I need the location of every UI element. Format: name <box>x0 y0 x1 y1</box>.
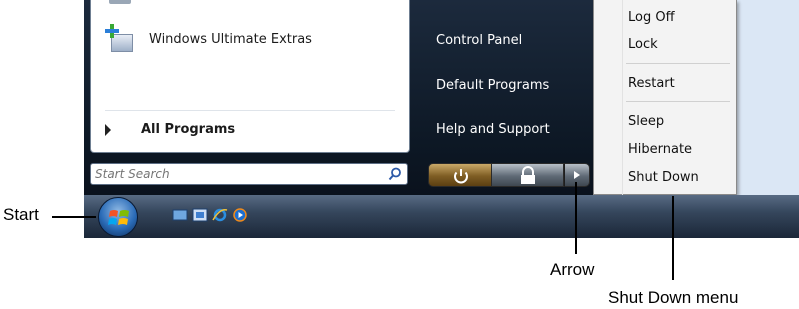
shutdown-menu-callout-line <box>672 196 674 280</box>
windows-orb-icon <box>108 210 129 225</box>
media-player-icon[interactable] <box>232 208 248 222</box>
default-programs-link[interactable]: Default Programs <box>436 78 549 93</box>
menu-separator <box>626 101 730 102</box>
menu-separator <box>626 63 730 64</box>
start-callout-label: Start <box>3 205 39 224</box>
menu-item-shut-down[interactable]: Shut Down <box>628 170 699 185</box>
pane-divider <box>105 110 395 111</box>
arrow-right-icon <box>574 171 580 179</box>
power-button[interactable] <box>428 163 492 187</box>
shutdown-arrow-button[interactable] <box>564 163 590 187</box>
program-item-windows-ultimate-extras[interactable]: Windows Ultimate Extras <box>105 24 312 54</box>
help-and-support-link[interactable]: Help and Support <box>436 122 550 137</box>
start-search-box[interactable] <box>90 163 408 185</box>
lock-button[interactable] <box>492 163 564 187</box>
search-icon[interactable] <box>388 167 402 181</box>
programs-pane: Windows Ultimate Extras All Programs <box>90 0 410 153</box>
menu-icon-gutter <box>622 0 623 195</box>
show-desktop-icon[interactable] <box>172 208 188 222</box>
menu-item-sleep[interactable]: Sleep <box>628 114 664 129</box>
shutdown-menu-callout-label: Shut Down menu <box>608 288 739 307</box>
start-callout-line <box>52 216 96 218</box>
desktop-background <box>737 0 799 198</box>
program-item-label: Windows Ultimate Extras <box>149 31 312 47</box>
search-input[interactable] <box>95 166 375 182</box>
menu-item-lock[interactable]: Lock <box>628 37 658 52</box>
switch-windows-icon[interactable] <box>192 208 208 222</box>
cropped-program-icon <box>109 0 131 4</box>
lock-icon <box>521 166 535 184</box>
shut-down-menu: Log Off Lock Restart Sleep Hibernate Shu… <box>593 0 737 195</box>
arrow-callout-label: Arrow <box>550 260 595 279</box>
internet-explorer-icon[interactable] <box>212 208 228 222</box>
menu-item-hibernate[interactable]: Hibernate <box>628 142 692 157</box>
all-programs-button[interactable]: All Programs <box>105 122 235 137</box>
ultimate-extras-icon <box>105 24 135 54</box>
power-icon <box>454 169 468 184</box>
expand-triangle-icon <box>105 123 111 136</box>
arrow-callout-line <box>575 182 577 254</box>
control-panel-link[interactable]: Control Panel <box>436 33 522 48</box>
menu-item-restart[interactable]: Restart <box>628 76 675 91</box>
start-button[interactable] <box>98 197 138 237</box>
menu-item-log-off[interactable]: Log Off <box>628 10 675 25</box>
all-programs-label: All Programs <box>141 122 236 137</box>
